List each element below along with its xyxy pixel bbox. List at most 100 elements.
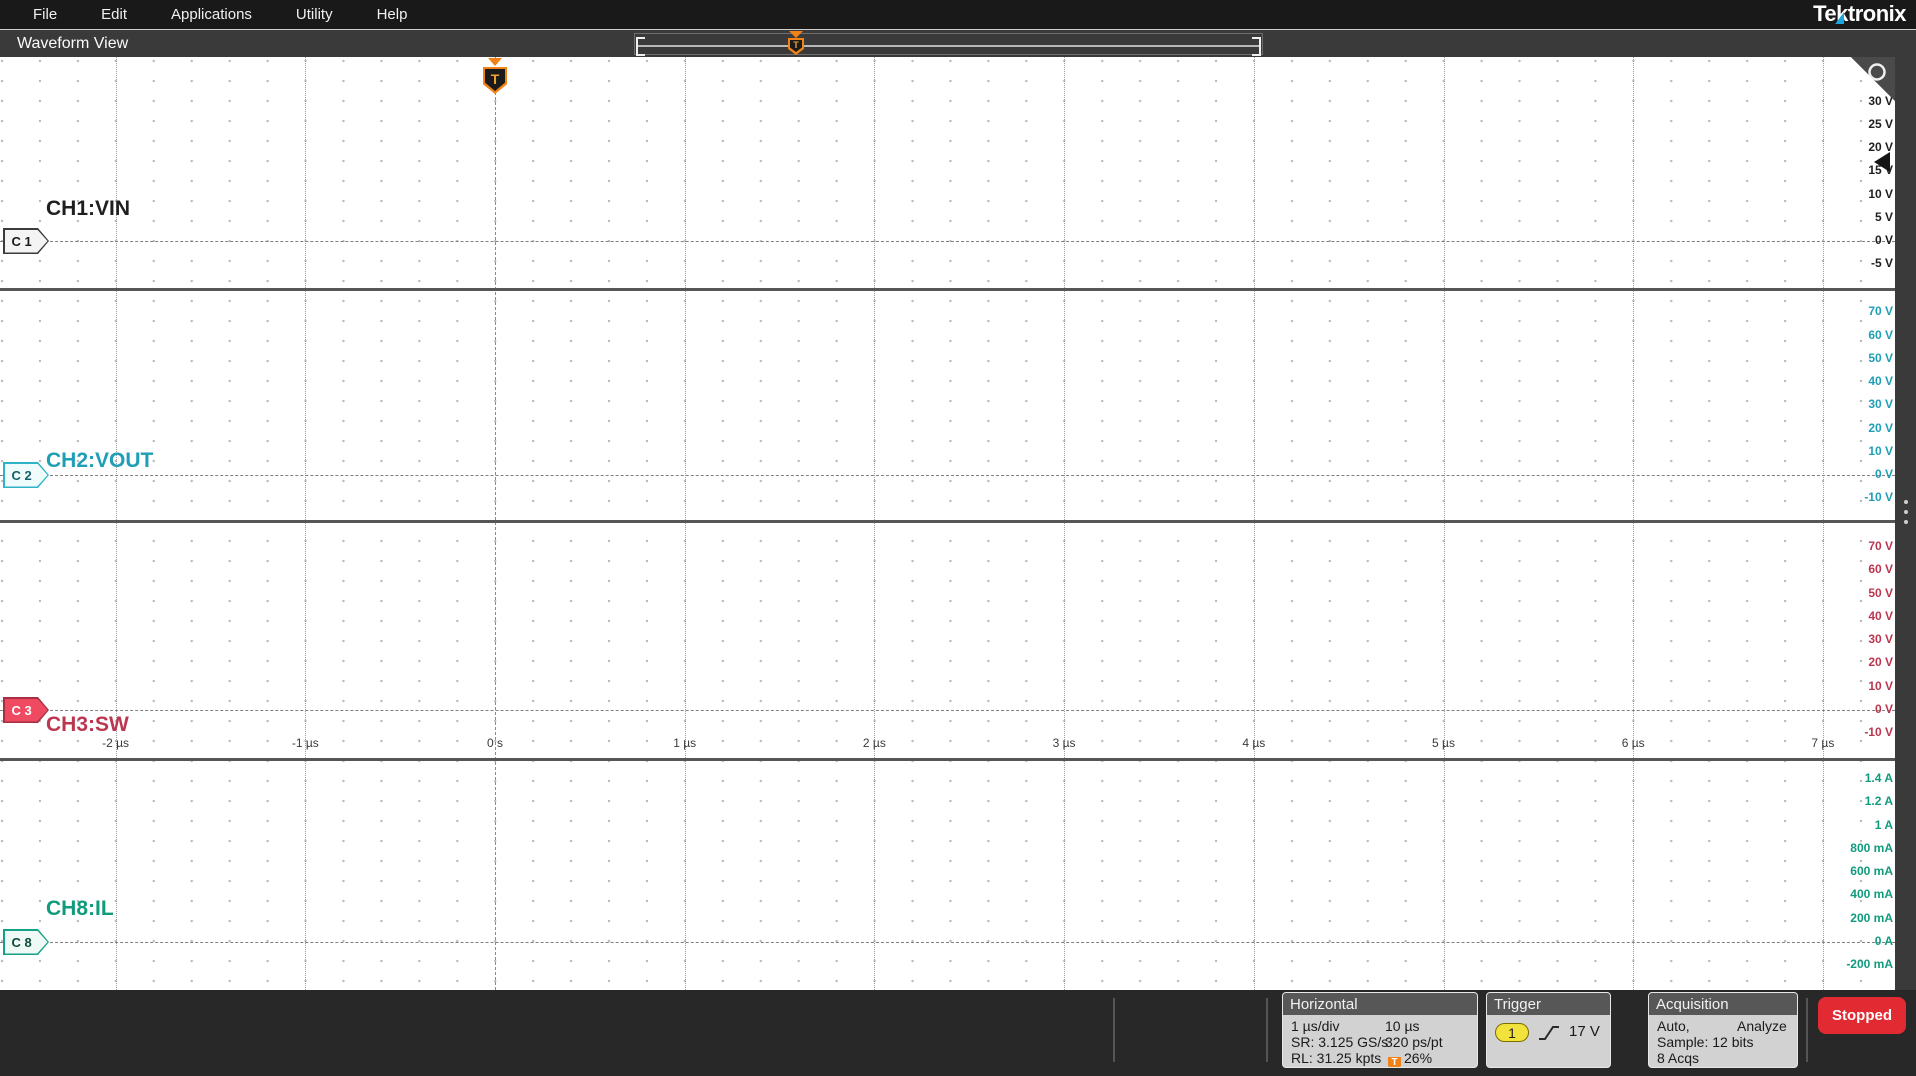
- axis-label: 30 V: [1868, 93, 1893, 108]
- channel-badge-label: C 2: [4, 463, 48, 487]
- axis-label: 0 V: [1874, 702, 1893, 716]
- overview-record-line: [637, 45, 1260, 47]
- rail-dot: [1904, 520, 1908, 524]
- tab-bar: Waveform View T: [0, 29, 1916, 57]
- right-scrollbar-rail[interactable]: [1895, 57, 1916, 990]
- acquisition-panel[interactable]: Acquisition Auto, Analyze Sample: 12 bit…: [1648, 992, 1798, 1068]
- horizontal-overview-bar[interactable]: T: [634, 31, 1263, 57]
- trigger-flag-icon: T: [483, 67, 507, 94]
- axis-label: 25 V: [1868, 117, 1893, 131]
- axis-label: 40 V: [1868, 608, 1893, 623]
- axis-label: 50 V: [1868, 585, 1893, 600]
- axis-label: 30 V: [1868, 632, 1893, 647]
- horizontal-panel-title: Horizontal: [1283, 993, 1477, 1015]
- horizontal-scale: 1 µs/div: [1291, 1018, 1340, 1034]
- axis-label: 20 V: [1868, 420, 1893, 435]
- time-label: 4 µs: [1242, 736, 1266, 750]
- horizontal-window: 10 µs: [1385, 1018, 1420, 1034]
- trigger-triangle-icon: [488, 58, 502, 66]
- sample-period: 320 ps/pt: [1385, 1034, 1443, 1050]
- axis-label: 10 V: [1868, 678, 1893, 693]
- trigger-level-value: 17 V: [1569, 1023, 1600, 1040]
- divider: [1266, 998, 1268, 1062]
- trigger-flag-icon: T: [788, 38, 804, 55]
- axis-label: 70 V: [1868, 538, 1893, 553]
- axis-label: 400 mA: [1850, 887, 1893, 902]
- menu-file[interactable]: File: [33, 6, 57, 23]
- menu-applications[interactable]: Applications: [171, 6, 252, 23]
- axis-label: 1.4 A: [1864, 770, 1893, 785]
- channel-label-2: CH2:VOUT: [46, 449, 154, 472]
- overview-right-bracket[interactable]: [1252, 37, 1261, 56]
- axis-label: 1 A: [1874, 817, 1893, 832]
- menu-edit[interactable]: Edit: [101, 6, 127, 23]
- rising-edge-icon: [1539, 1026, 1559, 1040]
- axis-label: -10 V: [1864, 490, 1893, 505]
- divider: [1806, 998, 1808, 1062]
- axis-label: 30 V: [1868, 397, 1893, 412]
- axis-label: 600 mA: [1850, 864, 1893, 879]
- axis-label: 800 mA: [1850, 840, 1893, 855]
- channel-badge-label: C 3: [4, 698, 48, 722]
- trigger-position-percent: T 26%: [1385, 1050, 1432, 1067]
- waveform-grid: -2 µs -1 µs 0 s1 µs 2 µs 3 µs 4 µs 5 µs 6 µs 7 µ…: [0, 57, 1895, 990]
- rail-dot: [1904, 510, 1908, 514]
- axis-label: 0 V: [1874, 233, 1893, 247]
- axis-label: 20 V: [1868, 655, 1893, 670]
- time-label: 3 µs: [1052, 736, 1076, 750]
- axis-label: 5 V: [1874, 209, 1893, 224]
- trigger-flag-icon: T: [1388, 1057, 1401, 1067]
- axis-label: -5 V: [1870, 256, 1893, 271]
- time-label: 2 µs: [862, 736, 886, 750]
- trigger-panel[interactable]: Trigger 1 17 V: [1486, 992, 1611, 1068]
- axis-label: 40 V: [1868, 374, 1893, 388]
- acquisition-mode: Auto,: [1657, 1018, 1690, 1034]
- axis-label: 1.2 A: [1864, 794, 1893, 809]
- trigger-level-arrow-icon[interactable]: [1874, 152, 1890, 172]
- run-stop-button[interactable]: Stopped: [1818, 997, 1906, 1034]
- axis-label: 60 V: [1868, 562, 1893, 577]
- time-label: 0 s: [486, 736, 503, 750]
- channel-label-4: CH8:IL: [46, 897, 114, 920]
- time-label: 5 µs: [1432, 736, 1455, 750]
- time-label: -1 µs: [291, 736, 319, 750]
- axis-label: 200 mA: [1850, 910, 1893, 925]
- divider: [1113, 998, 1115, 1062]
- axis-label: 10 V: [1868, 443, 1893, 458]
- channel-label-1: CH1:VIN: [46, 197, 131, 220]
- waveform-traces: [0, 57, 1895, 990]
- axis-label: 50 V: [1868, 350, 1893, 365]
- axis-label: -200 mA: [1846, 957, 1893, 972]
- record-length: RL: 31.25 kpts: [1291, 1050, 1382, 1066]
- overview-trigger-marker[interactable]: T: [788, 31, 804, 57]
- settings-bar: Horizontal 1 µs/div 10 µs SR: 3.125 GS/s…: [0, 990, 1916, 1076]
- trigger-panel-title: Trigger: [1487, 993, 1610, 1015]
- tab-waveform-view[interactable]: Waveform View: [17, 35, 128, 53]
- menu-help[interactable]: Help: [377, 6, 408, 23]
- acquisition-sample-bits: Sample: 12 bits: [1657, 1034, 1754, 1050]
- axis-label: 0 V: [1874, 467, 1893, 481]
- acquisition-count: 8 Acqs: [1657, 1050, 1700, 1066]
- oscilloscope-app: File Edit Applications Utility Help Te ktroni…: [0, 0, 1916, 1076]
- horizontal-panel[interactable]: Horizontal 1 µs/div 10 µs SR: 3.125 GS/s…: [1282, 992, 1478, 1068]
- channel-badge-label: C 1: [4, 229, 48, 253]
- channel-label-3: CH3:SW: [46, 713, 129, 736]
- trigger-position-marker[interactable]: T: [483, 58, 507, 98]
- menu-utility[interactable]: Utility: [296, 6, 333, 23]
- axis-label: 0 A: [1874, 934, 1893, 948]
- axis-label: -10 V: [1864, 725, 1893, 740]
- time-label: -2 µs: [102, 736, 130, 750]
- time-label: 1 µs: [673, 736, 697, 750]
- trigger-source-badge[interactable]: 1: [1495, 1023, 1529, 1042]
- channel-badge-label: C 8: [4, 930, 48, 954]
- acquisition-panel-title: Acquisition: [1649, 993, 1797, 1015]
- axis-label: 10 V: [1868, 186, 1893, 201]
- tektronix-logo: Te ktronix: [1813, 1, 1906, 26]
- acquisition-analyze: Analyze: [1737, 1018, 1787, 1034]
- axis-label: 70 V: [1868, 304, 1893, 319]
- sample-rate: SR: 3.125 GS/s: [1291, 1034, 1389, 1050]
- rail-dot: [1904, 500, 1908, 504]
- axis-label: 60 V: [1868, 327, 1893, 342]
- trigger-triangle-icon: [789, 31, 803, 38]
- overview-left-bracket[interactable]: [636, 37, 645, 56]
